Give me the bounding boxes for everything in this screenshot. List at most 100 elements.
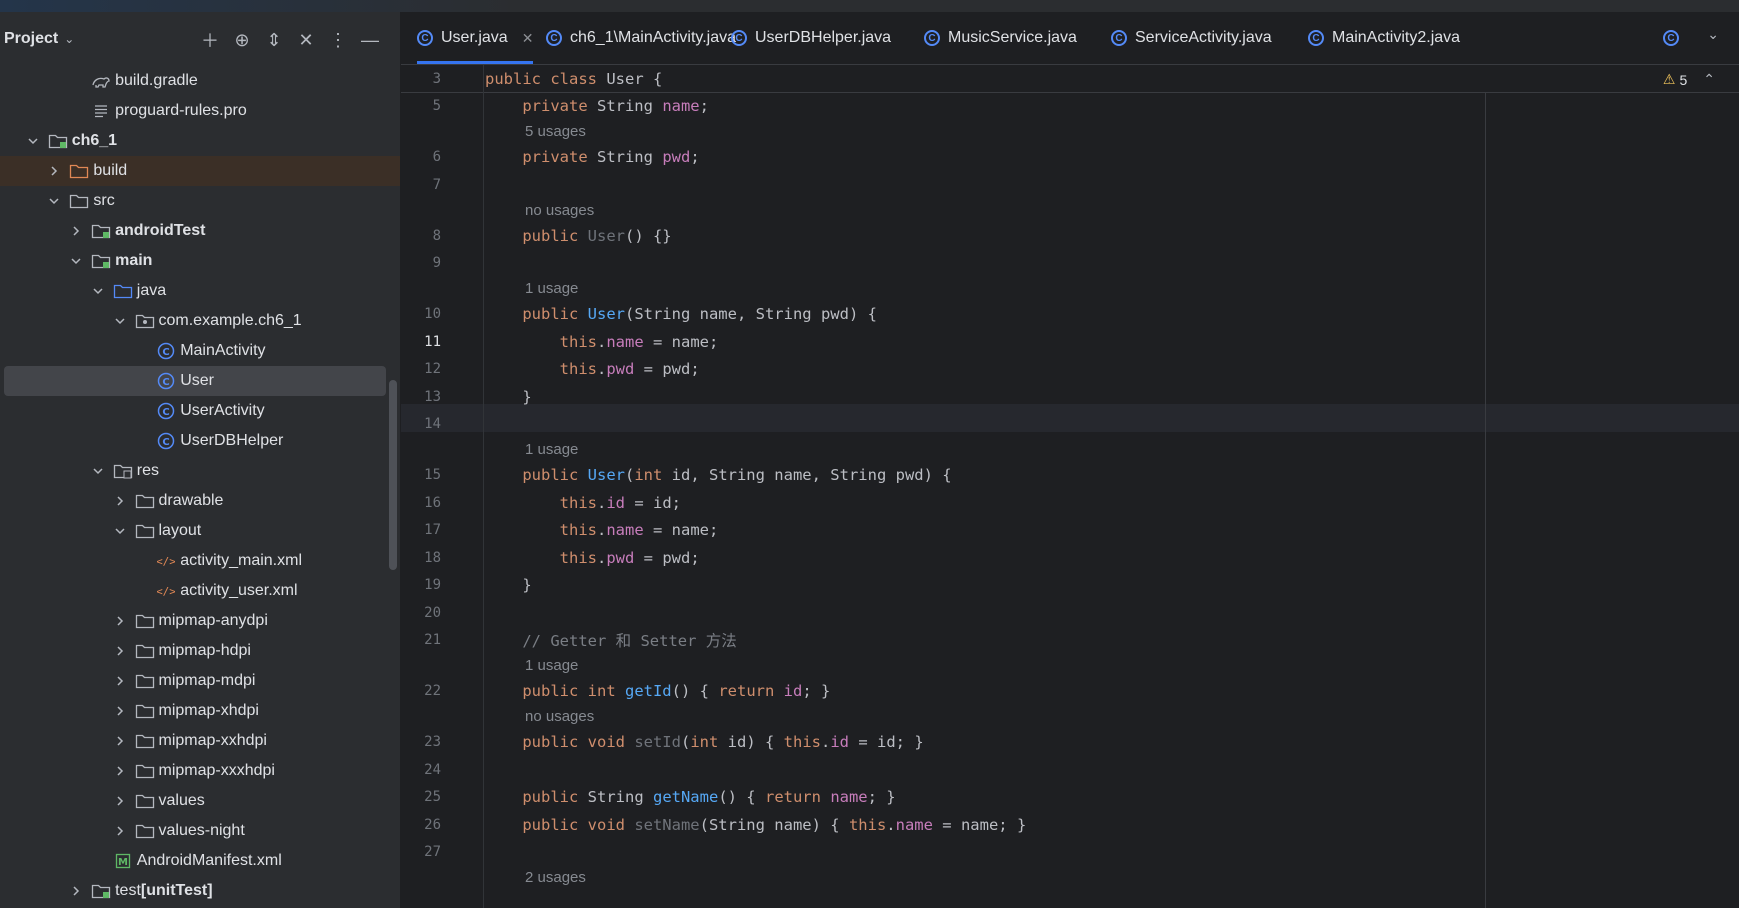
chevron-right-icon[interactable] — [113, 824, 127, 838]
tree-item-proguard-rules-pro[interactable]: proguard-rules.pro — [0, 96, 400, 126]
chevron-right-icon[interactable] — [69, 884, 83, 898]
tree-item-user[interactable]: C User — [4, 366, 386, 396]
tab-user-java[interactable]: C User.java ✕ — [417, 12, 534, 64]
tab-musicservice-java[interactable]: C MusicService.java — [924, 12, 1077, 64]
chevron-down-icon[interactable] — [91, 464, 105, 478]
tree-item-mipmap-mdpi[interactable]: mipmap-mdpi — [0, 666, 400, 696]
code-line[interactable]: 25 public String getName() { return name… — [401, 784, 1701, 812]
code-vision-hint[interactable]: 1 usage — [401, 438, 1401, 462]
tree-item-useractivity[interactable]: C UserActivity — [0, 396, 400, 426]
code-line[interactable]: 17 this.name = name; — [401, 517, 1701, 545]
chevron-down-icon[interactable] — [91, 284, 105, 298]
chevron-right-icon[interactable] — [113, 674, 127, 688]
tree-item-build[interactable]: build — [0, 156, 400, 186]
chevron-right-icon[interactable] — [113, 494, 127, 508]
chevron-right-icon[interactable] — [113, 704, 127, 718]
more-tabs-chevron-icon[interactable]: ⌄ — [1707, 26, 1719, 43]
chevron-down-icon[interactable] — [47, 194, 61, 208]
tree-item-drawable[interactable]: drawable — [0, 486, 400, 516]
chevron-up-icon[interactable]: ⌃ — [1703, 71, 1715, 88]
tree-item-values-night[interactable]: values-night — [0, 816, 400, 846]
chevron-right-icon[interactable] — [113, 644, 127, 658]
code-line[interactable]: 22 public int getId() { return id; } — [401, 678, 1701, 706]
code-vision-hint[interactable]: 5 usages — [401, 120, 1401, 144]
code-line[interactable]: 11 this.name = name; — [401, 328, 1701, 356]
tab-serviceactivity-java[interactable]: C ServiceActivity.java — [1111, 12, 1272, 64]
code-line[interactable]: 21 // Getter 和 Setter 方法 — [401, 627, 1701, 655]
code-line[interactable]: 23 public void setId(int id) { this.id =… — [401, 729, 1701, 757]
tree-item-test[interactable]: test [unitTest] — [0, 876, 400, 906]
code-line[interactable]: 19 } — [401, 572, 1701, 600]
tree-item-activity-user-xml[interactable]: </> activity_user.xml — [0, 576, 400, 606]
tree-item-userdbhelper[interactable]: C UserDBHelper — [0, 426, 400, 456]
code-line[interactable]: 20 — [401, 599, 1701, 627]
hide-panel-icon[interactable]: — — [354, 26, 386, 54]
code-line[interactable]: 15 public User(int id, String name, Stri… — [401, 462, 1701, 490]
code-vision-hint[interactable]: 1 usage — [401, 277, 1401, 301]
tree-item-androidmanifest-xml[interactable]: M AndroidManifest.xml — [0, 846, 400, 876]
tree-item-mainactivity[interactable]: C MainActivity — [0, 336, 400, 366]
tree-item-java[interactable]: java — [0, 276, 400, 306]
code-line[interactable]: 6 private String pwd; — [401, 144, 1701, 172]
chevron-right-icon[interactable] — [47, 164, 61, 178]
code-line[interactable]: 7 — [401, 171, 1701, 199]
add-icon[interactable]: ＋ — [194, 26, 226, 54]
chevron-down-icon[interactable] — [113, 314, 127, 328]
close-tab-icon[interactable]: ✕ — [522, 30, 534, 47]
chevron-down-icon[interactable] — [69, 254, 83, 268]
tree-item-values[interactable]: values — [0, 786, 400, 816]
tree-item-ch6-1[interactable]: ch6_1 — [0, 126, 400, 156]
code-token: ; — [699, 97, 709, 116]
tree-item-mipmap-xxhdpi[interactable]: mipmap-xxhdpi — [0, 726, 400, 756]
code-line[interactable]: 27 — [401, 839, 1701, 867]
chevron-down-icon[interactable]: ⌄ — [64, 32, 74, 46]
tab-mainactivity2-java[interactable]: C MainActivity2.java — [1308, 12, 1460, 64]
code-line[interactable]: 14 — [401, 411, 1701, 439]
tree-item-mipmap-xxxhdpi[interactable]: mipmap-xxxhdpi — [0, 756, 400, 786]
expand-all-icon[interactable]: ⇕ — [258, 26, 290, 54]
code-line[interactable]: 16 this.id = id; — [401, 489, 1701, 517]
tab-ch6-1-mainactivity-java[interactable]: Cch6_1\MainActivity.java — [546, 12, 736, 64]
tree-item-mipmap-hdpi[interactable]: mipmap-hdpi — [0, 636, 400, 666]
tree-item-layout[interactable]: layout — [0, 516, 400, 546]
code-editor[interactable]: ⚠ 5 ⌃ 3 public class User {5 private Stri… — [401, 65, 1739, 908]
project-view-selector[interactable]: Project — [4, 30, 58, 48]
code-line[interactable]: 18 this.pwd = pwd; — [401, 544, 1701, 572]
code-vision-hint[interactable]: no usages — [401, 199, 1401, 223]
tree-item-src[interactable]: src — [0, 186, 400, 216]
chevron-down-icon[interactable] — [26, 134, 40, 148]
tree-item-main[interactable]: main — [0, 246, 400, 276]
project-tree-scrollbar[interactable] — [389, 380, 397, 570]
chevron-right-icon[interactable] — [69, 224, 83, 238]
collapse-all-icon[interactable]: ✕ — [290, 26, 322, 54]
more-options-icon[interactable]: ⋮ — [322, 26, 354, 54]
code-line[interactable]: 10 public User(String name, String pwd) … — [401, 301, 1701, 329]
locate-icon[interactable]: ⊕ — [226, 26, 258, 54]
code-line[interactable]: 24 — [401, 756, 1701, 784]
code-line[interactable]: 9 — [401, 250, 1701, 278]
tab-userdbhelper-java[interactable]: C UserDBHelper.java — [731, 12, 891, 64]
chevron-right-icon[interactable] — [113, 734, 127, 748]
overflow-tab-class-icon[interactable]: C — [1663, 30, 1679, 46]
tree-item-build-gradle[interactable]: build.gradle — [0, 66, 400, 96]
tree-item-com-example-ch6-1[interactable]: com.example.ch6_1 — [0, 306, 400, 336]
tree-item-res[interactable]: res — [0, 456, 400, 486]
tree-item-activity-main-xml[interactable]: </> activity_main.xml — [0, 546, 400, 576]
line-number: 5 — [432, 98, 441, 115]
code-line[interactable]: 12 this.pwd = pwd; — [401, 356, 1701, 384]
chevron-down-icon[interactable] — [113, 524, 127, 538]
code-vision-hint[interactable]: no usages — [401, 705, 1401, 729]
chevron-right-icon[interactable] — [113, 794, 127, 808]
tree-item-mipmap-xhdpi[interactable]: mipmap-xhdpi — [0, 696, 400, 726]
code-line[interactable]: 8 public User() {} — [401, 222, 1701, 250]
code-line[interactable]: 26 public void setName(String name) { th… — [401, 811, 1701, 839]
code-line[interactable]: 3 public class User { — [401, 65, 1701, 93]
chevron-right-icon[interactable] — [113, 764, 127, 778]
code-vision-hint[interactable]: 2 usages — [401, 866, 1401, 890]
tree-item-androidtest[interactable]: androidTest — [0, 216, 400, 246]
tree-item-mipmap-anydpi[interactable]: mipmap-anydpi — [0, 606, 400, 636]
code-line[interactable]: 13 } — [401, 383, 1701, 411]
code-vision-hint[interactable]: 1 usage — [401, 654, 1401, 678]
code-line[interactable]: 5 private String name; — [401, 93, 1701, 121]
chevron-right-icon[interactable] — [113, 614, 127, 628]
